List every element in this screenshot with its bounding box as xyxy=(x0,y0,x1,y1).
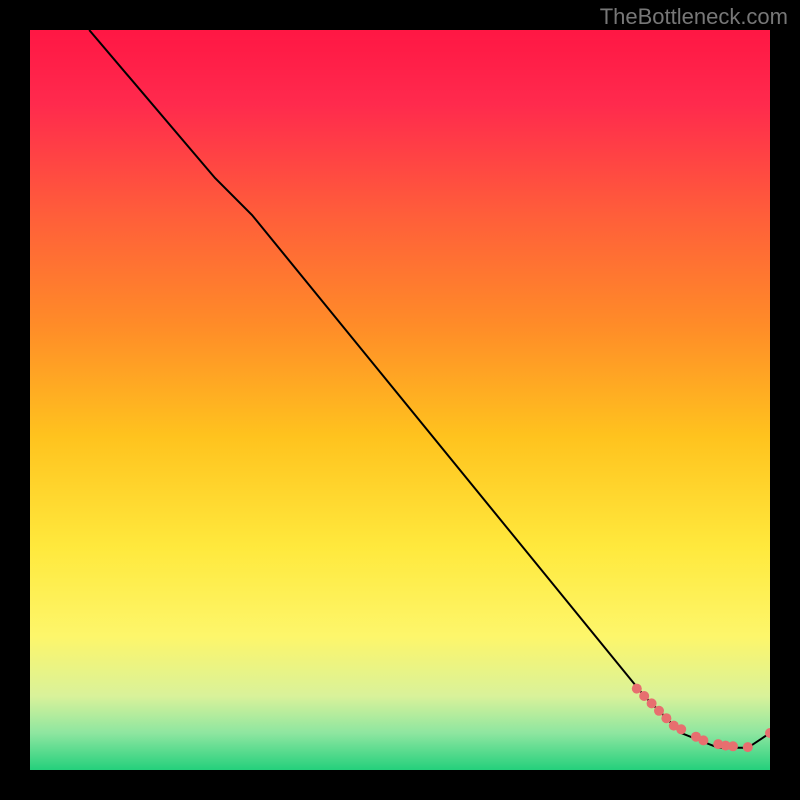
chart-marker xyxy=(743,742,753,752)
chart-marker xyxy=(698,735,708,745)
chart-marker xyxy=(676,724,686,734)
chart-marker xyxy=(632,684,642,694)
chart-marker xyxy=(639,691,649,701)
chart-marker xyxy=(728,741,738,751)
chart-background xyxy=(30,30,770,770)
chart-marker xyxy=(647,698,657,708)
chart-svg xyxy=(30,30,770,770)
chart-marker xyxy=(661,713,671,723)
chart-plot-area xyxy=(30,30,770,770)
watermark-text: TheBottleneck.com xyxy=(600,4,788,30)
chart-marker xyxy=(654,706,664,716)
